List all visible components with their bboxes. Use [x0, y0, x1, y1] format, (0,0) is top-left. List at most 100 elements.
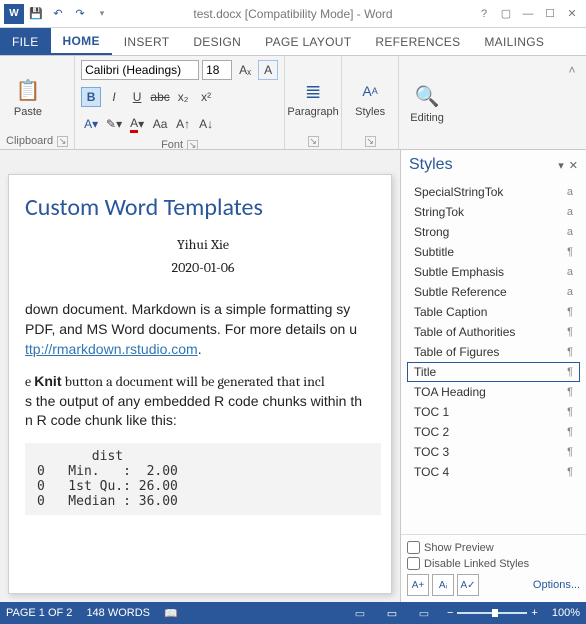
styles-list[interactable]: SpecialStringTokaStringTokaStrongaSubtit…	[401, 180, 586, 534]
paragraph-icon: ≣	[298, 76, 328, 106]
style-item-mark: ¶	[567, 306, 573, 318]
style-item[interactable]: TOC 2¶	[407, 422, 580, 442]
find-icon: 🔍	[412, 82, 442, 112]
tab-mailings[interactable]: MAILINGS	[472, 28, 556, 55]
tab-design[interactable]: DESIGN	[181, 28, 253, 55]
doc-link[interactable]: ttp://rmarkdown.rstudio.com	[25, 341, 198, 357]
font-size-combo[interactable]	[202, 60, 232, 80]
style-item[interactable]: Table Caption ¶	[407, 302, 580, 322]
word-app-icon[interactable]: W	[4, 4, 24, 24]
style-item[interactable]: Title¶	[407, 362, 580, 382]
superscript-button[interactable]: x²	[196, 87, 216, 107]
styles-pane-close-icon[interactable]: ✕	[569, 159, 578, 172]
styles-pane-dropdown-icon[interactable]: ▾	[558, 159, 564, 172]
close-icon[interactable]: ✕	[562, 4, 582, 24]
zoom-level[interactable]: 100%	[552, 607, 580, 619]
window-controls: ? ▢ — ☐ ✕	[474, 4, 586, 24]
style-item[interactable]: Subtle Emphasisa	[407, 262, 580, 282]
show-preview-label: Show Preview	[424, 542, 494, 554]
disable-linked-checkbox[interactable]: Disable Linked Styles	[407, 557, 580, 570]
grow-font-icon[interactable]: A↑	[173, 114, 193, 134]
tab-page-layout[interactable]: PAGE LAYOUT	[253, 28, 363, 55]
maximize-icon[interactable]: ☐	[540, 4, 560, 24]
style-item-name: Table Caption	[414, 305, 487, 319]
text-fill-icon[interactable]: Aa	[150, 114, 170, 134]
ribbon: 📋 Paste Clipboard↘ Aₓ A B I U abc x₂ x²	[0, 56, 586, 150]
group-paragraph: ≣Paragraph ↘	[285, 56, 342, 149]
styles-launch-icon[interactable]: ↘	[365, 136, 376, 147]
view-read-icon[interactable]: ▭	[351, 606, 369, 620]
style-item[interactable]: TOC 3¶	[407, 442, 580, 462]
styles-options-link[interactable]: Options...	[533, 579, 580, 591]
view-web-icon[interactable]: ▭	[415, 606, 433, 620]
font-color-icon[interactable]: A▾	[127, 114, 147, 134]
doc-author[interactable]: Yihui Xie	[25, 236, 381, 253]
qat-customize-icon[interactable]: ▾	[92, 4, 112, 24]
highlight-icon[interactable]: ✎▾	[104, 114, 124, 134]
page-viewport[interactable]: Custom Word Templates Yihui Xie 2020-01-…	[0, 150, 400, 602]
doc-heading[interactable]: Custom Word Templates	[25, 193, 381, 222]
zoom-slider[interactable]	[457, 612, 527, 614]
help-icon[interactable]: ?	[474, 4, 494, 24]
clear-formatting-icon[interactable]: Aₓ	[235, 60, 255, 80]
redo-icon[interactable]: ↷	[70, 4, 90, 24]
style-item-mark: ¶	[567, 466, 573, 478]
paragraph-button[interactable]: ≣Paragraph	[291, 64, 335, 130]
code-block[interactable]: dist 0 Min. : 2.00 0 1st Qu.: 26.00 0 Me…	[25, 443, 381, 515]
strikethrough-button[interactable]: abc	[150, 87, 170, 107]
style-item-mark: a	[567, 186, 573, 198]
manage-styles-icon[interactable]: A✓	[457, 574, 479, 596]
style-item[interactable]: StringToka	[407, 202, 580, 222]
minimize-icon[interactable]: —	[518, 4, 538, 24]
style-item[interactable]: Subtitle¶	[407, 242, 580, 262]
bold-button[interactable]: B	[81, 87, 101, 107]
style-item-name: TOC 3	[414, 445, 449, 459]
style-item[interactable]: Table of Figures¶	[407, 342, 580, 362]
shrink-font-icon[interactable]: A↓	[196, 114, 216, 134]
zoom-in-button[interactable]: +	[531, 607, 537, 619]
change-case-icon[interactable]: A	[258, 60, 278, 80]
styles-pane-header: Styles ▾✕	[401, 150, 586, 180]
style-item[interactable]: TOC 1¶	[407, 402, 580, 422]
style-item[interactable]: TOA Heading¶	[407, 382, 580, 402]
subscript-button[interactable]: x₂	[173, 87, 193, 107]
style-item[interactable]: Table of Authorities¶	[407, 322, 580, 342]
style-item[interactable]: Subtle Referencea	[407, 282, 580, 302]
style-inspector-icon[interactable]: Aᵢ	[432, 574, 454, 596]
style-item-name: TOC 1	[414, 405, 449, 419]
status-words[interactable]: 148 WORDS	[86, 607, 150, 619]
style-item-name: Subtle Emphasis	[414, 265, 504, 279]
ribbon-display-icon[interactable]: ▢	[496, 4, 516, 24]
view-print-icon[interactable]: ▭	[383, 606, 401, 620]
new-style-icon[interactable]: A+	[407, 574, 429, 596]
clipboard-launch-icon[interactable]: ↘	[57, 136, 68, 147]
collapse-ribbon-icon[interactable]: ˄	[562, 60, 582, 80]
paragraph-launch-icon[interactable]: ↘	[308, 136, 319, 147]
doc-date[interactable]: 2020-01-06	[25, 259, 381, 276]
tab-references[interactable]: REFERENCES	[363, 28, 472, 55]
undo-icon[interactable]: ↶	[48, 4, 68, 24]
style-item[interactable]: TOC 4¶	[407, 462, 580, 482]
tab-home[interactable]: HOME	[51, 28, 112, 55]
italic-button[interactable]: I	[104, 87, 124, 107]
paste-button[interactable]: 📋 Paste	[6, 64, 50, 130]
zoom-out-button[interactable]: −	[447, 607, 453, 619]
save-icon[interactable]: 💾	[26, 4, 46, 24]
knit-bold: Knit	[34, 373, 61, 389]
title-bar: W 💾 ↶ ↷ ▾ test.docx [Compatibility Mode]…	[0, 0, 586, 28]
tab-file[interactable]: FILE	[0, 28, 51, 55]
underline-button[interactable]: U	[127, 87, 147, 107]
style-item[interactable]: Stronga	[407, 222, 580, 242]
styles-pane-footer: Show Preview Disable Linked Styles A+ Aᵢ…	[401, 534, 586, 602]
status-page[interactable]: PAGE 1 OF 2	[6, 607, 72, 619]
font-launch-icon[interactable]: ↘	[187, 140, 198, 151]
style-item[interactable]: SpecialStringToka	[407, 182, 580, 202]
status-proofing-icon[interactable]: 📖	[164, 607, 178, 620]
show-preview-checkbox[interactable]: Show Preview	[407, 541, 580, 554]
text-effects-icon[interactable]: A▾	[81, 114, 101, 134]
styles-button[interactable]: AAStyles	[348, 64, 392, 130]
font-name-combo[interactable]	[81, 60, 199, 80]
doc-body[interactable]: down document. Markdown is a simple form…	[25, 300, 381, 431]
editing-button[interactable]: 🔍Editing	[405, 70, 449, 136]
tab-insert[interactable]: INSERT	[112, 28, 182, 55]
